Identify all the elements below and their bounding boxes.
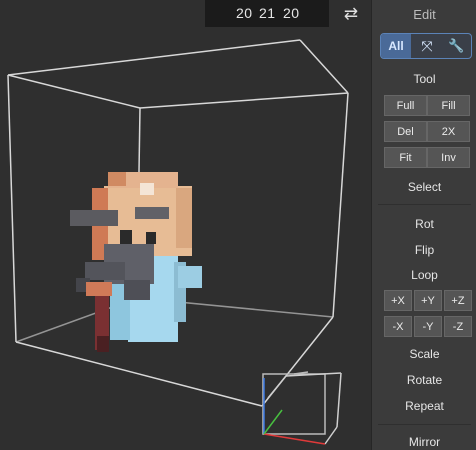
expand-arrows-icon[interactable]: ⤧ <box>412 34 442 58</box>
del-button[interactable]: Del <box>384 121 427 142</box>
voxel-viewport[interactable] <box>0 0 370 450</box>
dim-z: 20 <box>283 5 300 21</box>
fit-button[interactable]: Fit <box>384 147 427 168</box>
wrench-icon[interactable]: 🔧 <box>442 34 471 58</box>
rotate-label[interactable]: Rotate <box>372 373 476 387</box>
rot-label[interactable]: Rot <box>372 217 476 231</box>
inv-button[interactable]: Inv <box>427 147 470 168</box>
divider <box>378 424 471 425</box>
plus-z-button[interactable]: +Z <box>444 290 472 311</box>
select-label[interactable]: Select <box>372 180 476 194</box>
minus-z-button[interactable]: -Z <box>444 316 472 337</box>
edit-panel: Edit All ⤧ 🔧 Tool Full Fill Del 2X Fit I… <box>371 0 476 450</box>
mirror-label[interactable]: Mirror <box>372 435 476 449</box>
plus-x-button[interactable]: +X <box>384 290 412 311</box>
repeat-label[interactable]: Repeat <box>372 399 476 413</box>
swap-arrows-icon[interactable]: ⇄ <box>333 0 369 27</box>
mode-all-button[interactable]: All <box>381 34 411 58</box>
panel-title: Edit <box>413 7 436 22</box>
mode-selector: All ⤧ 🔧 <box>380 33 472 59</box>
double-button[interactable]: 2X <box>427 121 470 142</box>
divider <box>378 204 471 205</box>
flip-label[interactable]: Flip <box>372 243 476 257</box>
voxel-character[interactable] <box>70 172 202 352</box>
viewport-canvas[interactable] <box>0 0 370 450</box>
dim-y: 21 <box>259 5 276 21</box>
tool-label: Tool <box>413 72 436 86</box>
fill-button[interactable]: Fill <box>427 95 470 116</box>
dimensions-display: 20 21 20 <box>205 0 329 27</box>
dim-x: 20 <box>236 5 253 21</box>
loop-label[interactable]: Loop <box>372 268 476 282</box>
plus-y-button[interactable]: +Y <box>414 290 442 311</box>
full-button[interactable]: Full <box>384 95 427 116</box>
minus-x-button[interactable]: -X <box>384 316 412 337</box>
minus-y-button[interactable]: -Y <box>414 316 442 337</box>
orientation-gizmo[interactable] <box>262 371 342 445</box>
scale-label[interactable]: Scale <box>372 347 476 361</box>
